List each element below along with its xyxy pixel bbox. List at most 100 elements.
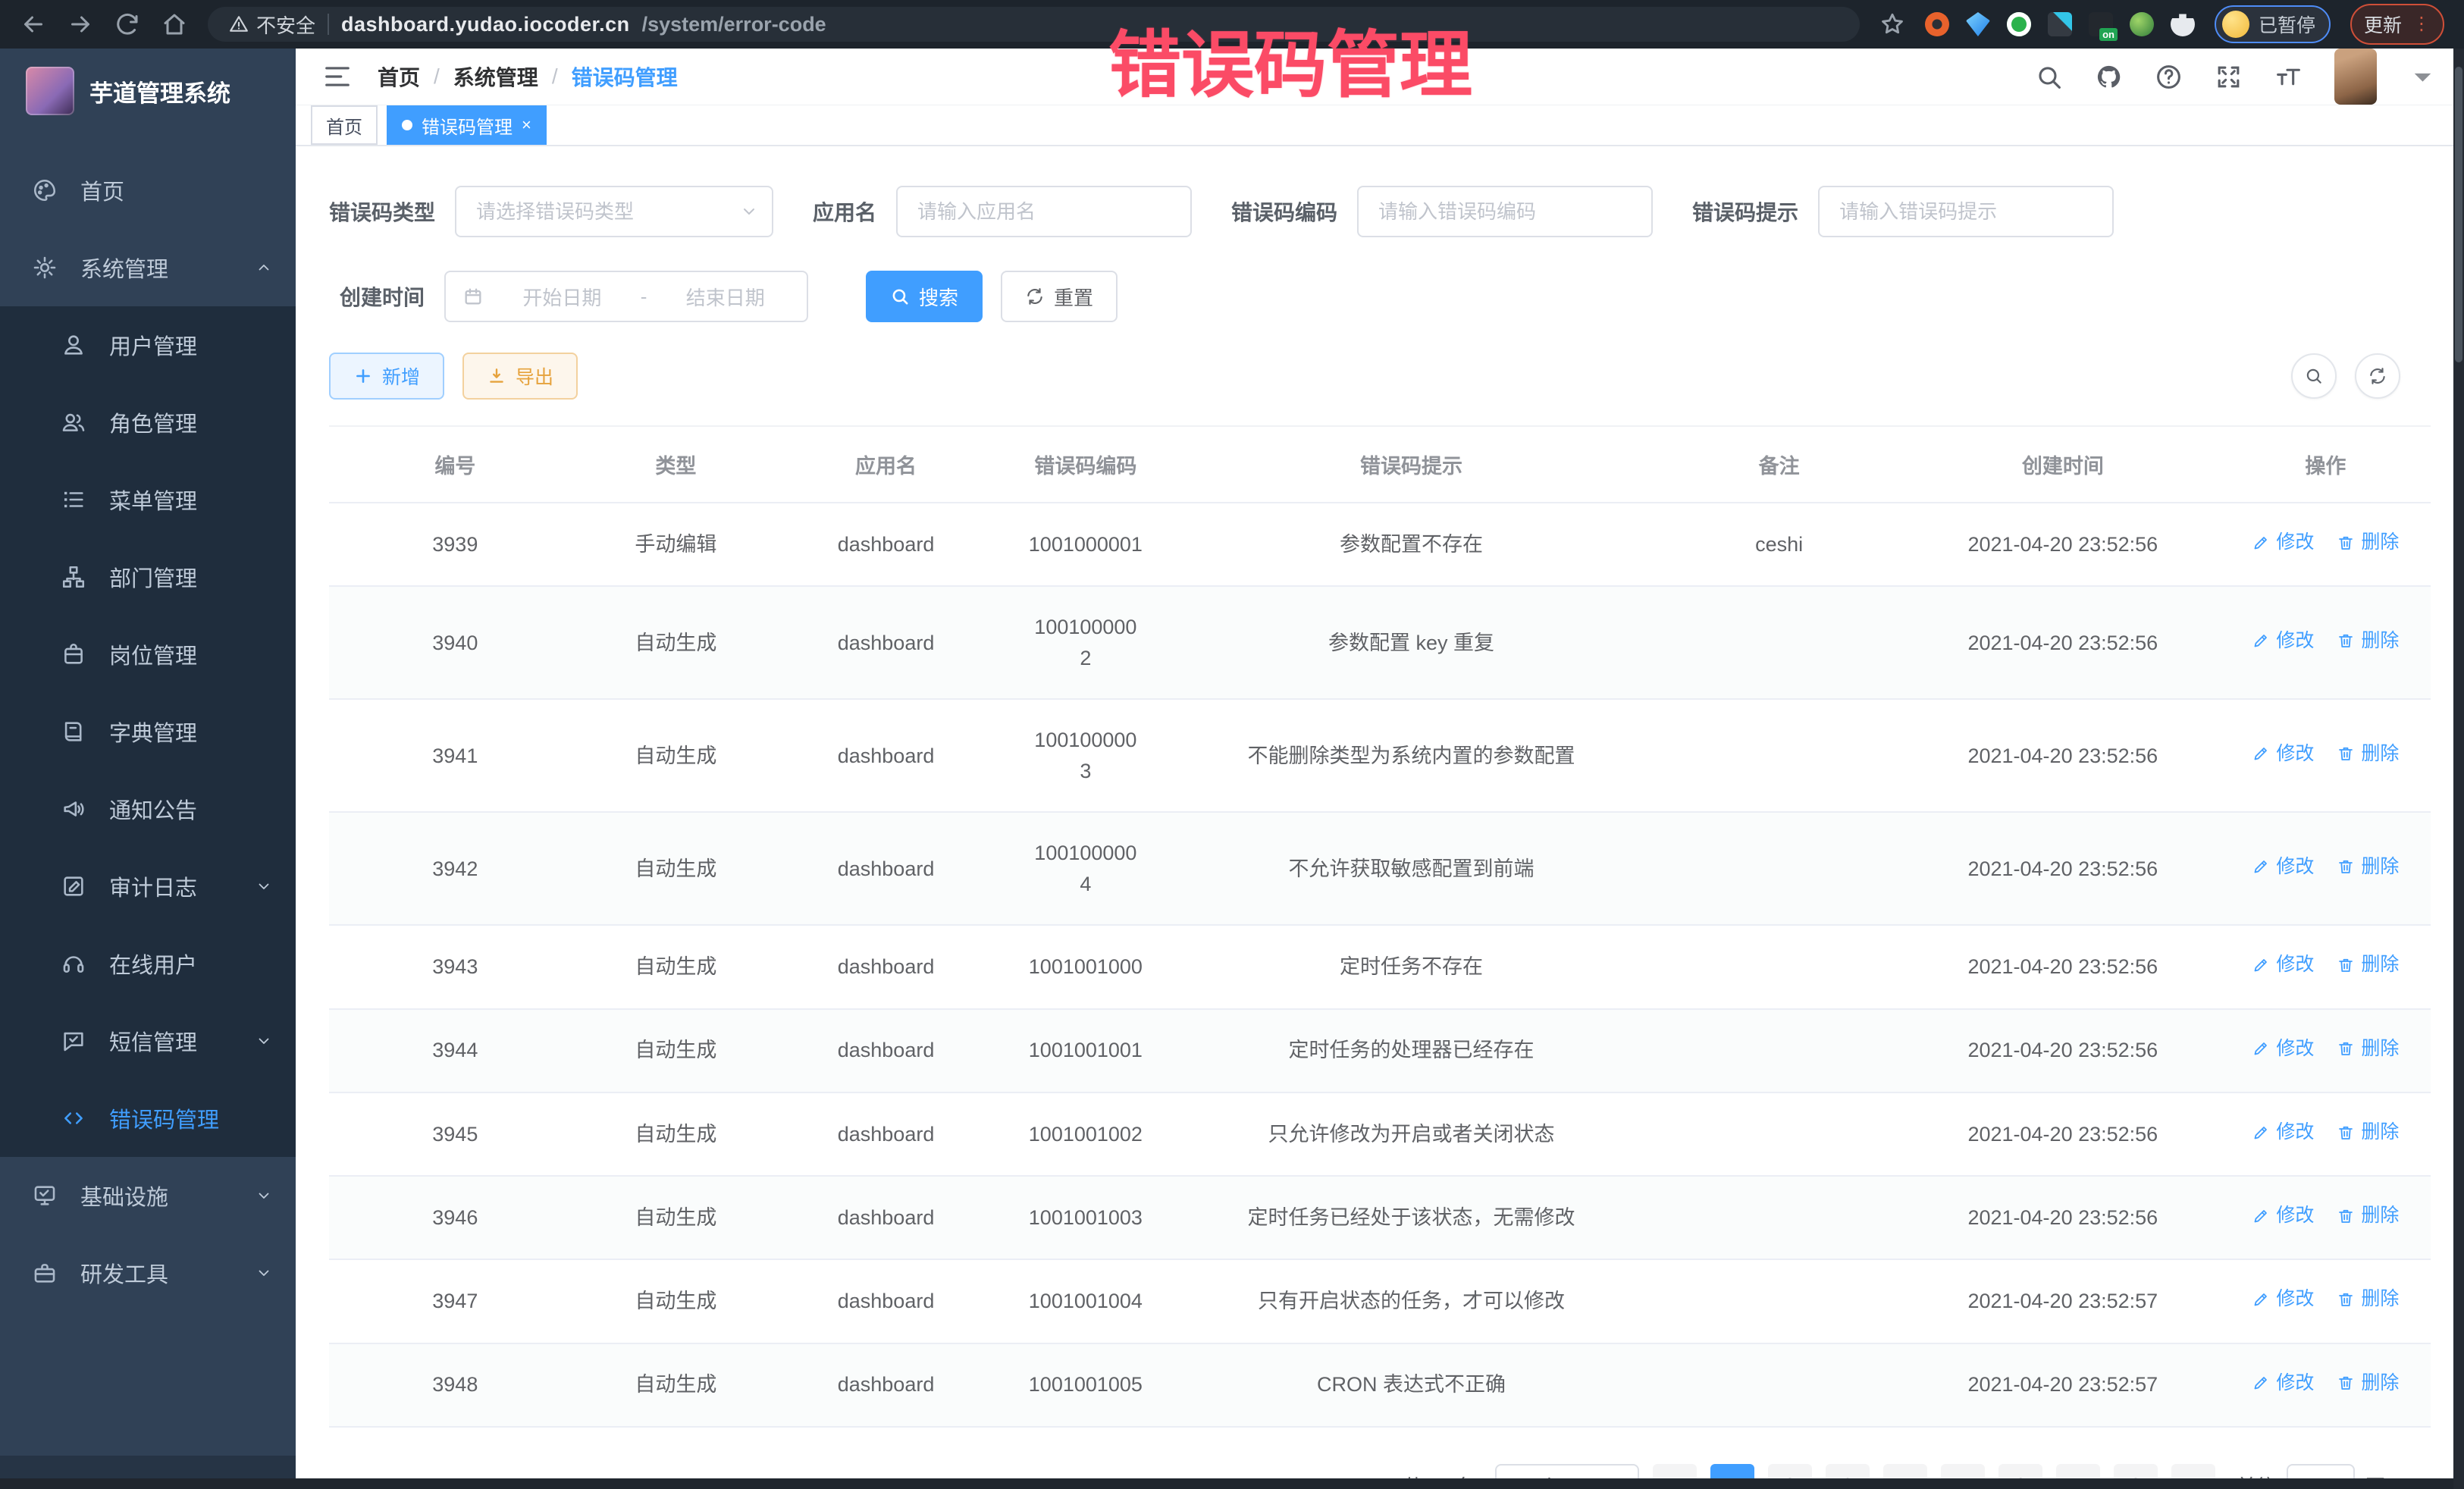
edit-link[interactable]: 修改 [2252, 1035, 2314, 1064]
user-avatar[interactable] [2334, 49, 2377, 105]
export-button[interactable]: 导出 [462, 353, 578, 400]
browser-menu-dots-icon[interactable]: ⋮ [2412, 19, 2431, 30]
browser-profile-pill[interactable]: 已暂停 [2215, 5, 2331, 43]
bookmark-star-icon[interactable] [1879, 11, 1905, 37]
fullscreen-icon[interactable] [2215, 63, 2243, 91]
search-icon[interactable] [2035, 63, 2063, 91]
sidebar-item-label: 首页 [80, 174, 273, 206]
sidebar-item-system[interactable]: 系统管理 [0, 229, 296, 306]
sidebar-item-dict-mgmt[interactable]: 字典管理 [0, 693, 296, 770]
browser-home-icon[interactable] [161, 11, 188, 38]
edit-link[interactable]: 修改 [2252, 1202, 2314, 1230]
cell-remark [1653, 1259, 1905, 1343]
cell-app: dashboard [770, 925, 1002, 1008]
sidebar-item-notice[interactable]: 通知公告 [0, 770, 296, 848]
close-tab-icon[interactable]: × [522, 115, 531, 135]
sidebar-item-label: 部门管理 [109, 561, 273, 593]
tags-view-bar: 首页 错误码管理 × [296, 105, 2464, 146]
infra-icon [32, 1183, 58, 1208]
sidebar-item-post-mgmt[interactable]: 岗位管理 [0, 616, 296, 693]
edit-link[interactable]: 修改 [2252, 627, 2314, 656]
delete-link[interactable]: 删除 [2337, 1118, 2399, 1147]
toggle-search-button[interactable] [2291, 353, 2337, 399]
edit-link[interactable]: 修改 [2252, 853, 2314, 882]
github-icon[interactable] [2095, 63, 2123, 91]
vertical-scrollbar[interactable] [2453, 49, 2464, 1489]
breadcrumb-home[interactable]: 首页 [378, 61, 420, 92]
app-logo-row[interactable]: 芋道管理系统 [0, 49, 296, 133]
sidebar-collapse-bar[interactable] [0, 1456, 296, 1478]
extension-green-icon[interactable] [2007, 12, 2031, 36]
extension-squares-icon[interactable] [2048, 12, 2072, 36]
delete-link[interactable]: 删除 [2337, 1285, 2399, 1314]
cell-created: 2021-04-20 23:52:57 [1905, 1259, 2221, 1343]
delete-link[interactable]: 删除 [2337, 740, 2399, 769]
help-icon[interactable] [2155, 63, 2183, 91]
edit-link[interactable]: 修改 [2252, 951, 2314, 980]
delete-link[interactable]: 删除 [2337, 853, 2399, 882]
sidebar-item-audit-log[interactable]: 审计日志 [0, 848, 296, 925]
sidebar-item-home[interactable]: 首页 [0, 152, 296, 229]
delete-link[interactable]: 删除 [2337, 1369, 2399, 1398]
edit-link[interactable]: 修改 [2252, 528, 2314, 557]
table-row: 3947自动生成dashboard1001001004只有开启状态的任务，才可以… [329, 1259, 2431, 1343]
edit-icon [2252, 1290, 2270, 1309]
extension-key-icon[interactable] [2130, 12, 2154, 36]
search-button[interactable]: 搜索 [866, 271, 983, 322]
column-header: 应用名 [770, 426, 1002, 503]
sidebar-item-user-mgmt[interactable]: 用户管理 [0, 306, 296, 384]
not-secure-label: 不安全 [256, 11, 315, 39]
delete-link[interactable]: 删除 [2337, 528, 2399, 557]
scrollbar-thumb[interactable] [2455, 67, 2462, 362]
delete-link[interactable]: 删除 [2337, 1035, 2399, 1064]
sidebar-item-role-mgmt[interactable]: 角色管理 [0, 384, 296, 461]
sidebar-item-label: 字典管理 [109, 716, 273, 748]
avatar-caret-icon[interactable] [2409, 63, 2437, 91]
address-bar[interactable]: 不安全 dashboard.yudao.iocoder.cn/system/er… [208, 7, 1860, 42]
book-icon [61, 719, 86, 744]
sidebar-item-dept-mgmt[interactable]: 部门管理 [0, 538, 296, 616]
extension-dark-icon[interactable]: on [2089, 12, 2113, 36]
cell-remark: ceshi [1653, 503, 1905, 586]
app-name-input[interactable] [896, 186, 1192, 237]
hamburger-icon[interactable] [323, 62, 352, 91]
sidebar-item-sms-mgmt[interactable]: 短信管理 [0, 1002, 296, 1080]
error-hint-input[interactable] [1818, 186, 2114, 237]
delete-link[interactable]: 删除 [2337, 951, 2399, 980]
date-range-picker[interactable]: 开始日期 - 结束日期 [444, 271, 808, 322]
add-button[interactable]: 新增 [329, 353, 444, 400]
sidebar-item-infra[interactable]: 基础设施 [0, 1157, 296, 1234]
edit-link[interactable]: 修改 [2252, 1118, 2314, 1147]
edit-icon [2252, 857, 2270, 876]
url-divider [328, 14, 329, 35]
edit-link[interactable]: 修改 [2252, 1369, 2314, 1398]
extension-orange-icon[interactable] [1925, 12, 1949, 36]
sidebar-item-online-user[interactable]: 在线用户 [0, 925, 296, 1002]
edit-icon [2252, 632, 2270, 650]
browser-forward-icon[interactable] [67, 11, 94, 38]
breadcrumb-system[interactable]: 系统管理 [453, 61, 538, 92]
refresh-table-button[interactable] [2355, 353, 2400, 399]
error-code-input[interactable] [1357, 186, 1653, 237]
delete-link[interactable]: 删除 [2337, 1202, 2399, 1230]
extension-gem-icon[interactable] [1966, 12, 1990, 36]
font-size-icon[interactable] [2274, 63, 2303, 91]
edit-link[interactable]: 修改 [2252, 740, 2314, 769]
cell-actions: 修改删除 [2221, 699, 2431, 812]
browser-back-icon[interactable] [20, 11, 47, 38]
cell-remark [1653, 812, 1905, 925]
edit-link[interactable]: 修改 [2252, 1285, 2314, 1314]
cell-created: 2021-04-20 23:52:56 [1905, 925, 2221, 1008]
tab-error-code[interactable]: 错误码管理 × [387, 105, 547, 145]
browser-reload-icon[interactable] [114, 11, 141, 38]
error-code-type-select[interactable] [455, 186, 773, 237]
sidebar-item-dev-tools[interactable]: 研发工具 [0, 1234, 296, 1312]
delete-link[interactable]: 删除 [2337, 627, 2399, 656]
tab-home[interactable]: 首页 [311, 105, 378, 145]
not-secure-warning[interactable]: 不安全 [229, 11, 315, 39]
reset-button[interactable]: 重置 [1001, 271, 1118, 322]
browser-update-button[interactable]: 更新 ⋮ [2350, 4, 2444, 45]
extensions-puzzle-icon[interactable] [2171, 12, 2195, 36]
sidebar-item-error-code[interactable]: 错误码管理 [0, 1080, 296, 1157]
sidebar-item-menu-mgmt[interactable]: 菜单管理 [0, 461, 296, 538]
